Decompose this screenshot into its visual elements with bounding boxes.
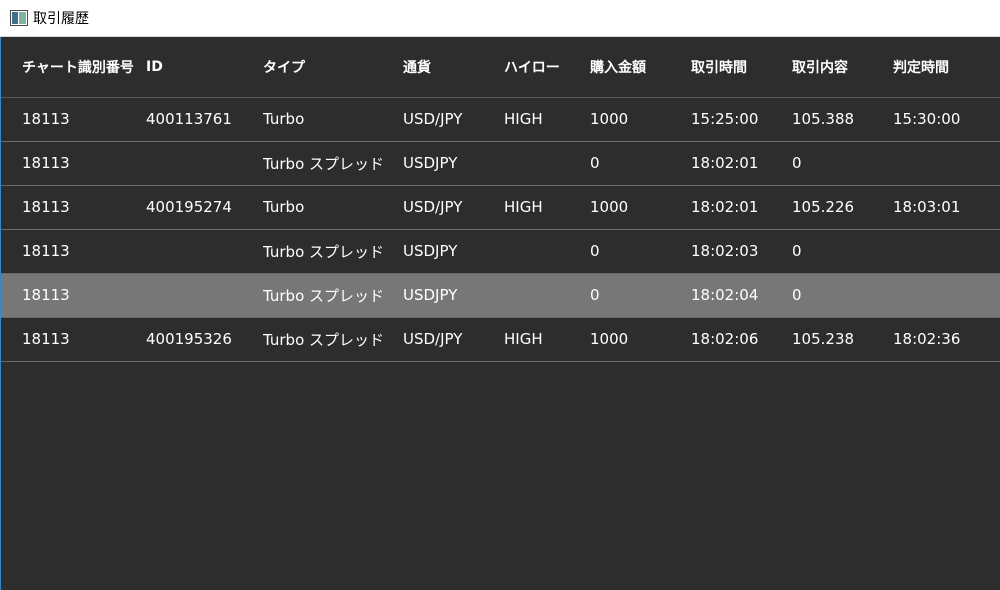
- cell-trade-content: 105.238: [792, 317, 893, 362]
- cell-trade-content: 105.388: [792, 97, 893, 142]
- cell-high-low: HIGH: [504, 317, 590, 362]
- table-row[interactable]: 18113 400195274 Turbo USD/JPY HIGH 1000 …: [1, 185, 1000, 230]
- cell-purchase-amount: 0: [590, 229, 691, 274]
- table-row-selected[interactable]: 18113 Turbo スプレッド USDJPY 0 18:02:04 0: [1, 273, 1000, 318]
- table-row[interactable]: 18113 Turbo スプレッド USDJPY 0 18:02:01 0: [1, 141, 1000, 186]
- cell-currency: USD/JPY: [403, 97, 504, 142]
- cell-judgment-time: 18:02:36: [893, 317, 1000, 362]
- cell-id: [146, 229, 263, 274]
- cell-currency: USDJPY: [403, 141, 504, 186]
- cell-id: 400195326: [146, 317, 263, 362]
- cell-high-low: [504, 229, 590, 274]
- cell-trade-time: 18:02:03: [691, 229, 792, 274]
- cell-type: Turbo スプレッド: [263, 229, 403, 274]
- cell-type: Turbo スプレッド: [263, 273, 403, 318]
- column-header-id[interactable]: ID: [146, 37, 263, 98]
- cell-trade-time: 15:25:00: [691, 97, 792, 142]
- cell-type: Turbo: [263, 97, 403, 142]
- cell-currency: USDJPY: [403, 273, 504, 318]
- cell-currency: USD/JPY: [403, 317, 504, 362]
- title-bar: 取引履歴: [0, 0, 1000, 37]
- cell-chart-id: 18113: [1, 97, 146, 142]
- cell-id: [146, 273, 263, 318]
- cell-high-low: HIGH: [504, 97, 590, 142]
- table-row[interactable]: 18113 400195326 Turbo スプレッド USD/JPY HIGH…: [1, 317, 1000, 362]
- column-header-chart-id[interactable]: チャート識別番号: [1, 37, 146, 98]
- cell-chart-id: 18113: [1, 273, 146, 318]
- column-header-judgment-time[interactable]: 判定時間: [893, 37, 1000, 98]
- cell-id: [146, 141, 263, 186]
- cell-trade-content: 105.226: [792, 185, 893, 230]
- trade-history-table: チャート識別番号 ID タイプ 通貨 ハイロー 購入金額 取引時間 取引内容 判…: [1, 37, 1000, 362]
- cell-trade-content: 0: [792, 273, 893, 318]
- cell-high-low: [504, 273, 590, 318]
- column-header-high-low[interactable]: ハイロー: [504, 37, 590, 98]
- cell-purchase-amount: 1000: [590, 97, 691, 142]
- cell-judgment-time: 15:30:00: [893, 97, 1000, 142]
- cell-purchase-amount: 1000: [590, 185, 691, 230]
- cell-judgment-time: [893, 273, 1000, 318]
- cell-currency: USDJPY: [403, 229, 504, 274]
- cell-purchase-amount: 1000: [590, 317, 691, 362]
- column-header-currency[interactable]: 通貨: [403, 37, 504, 98]
- cell-trade-content: 0: [792, 141, 893, 186]
- column-header-trade-time[interactable]: 取引時間: [691, 37, 792, 98]
- cell-chart-id: 18113: [1, 229, 146, 274]
- cell-trade-time: 18:02:01: [691, 185, 792, 230]
- column-header-type[interactable]: タイプ: [263, 37, 403, 98]
- cell-judgment-time: 18:03:01: [893, 185, 1000, 230]
- column-header-trade-content[interactable]: 取引内容: [792, 37, 893, 98]
- cell-trade-time: 18:02:04: [691, 273, 792, 318]
- cell-type: Turbo スプレッド: [263, 141, 403, 186]
- window-app-icon: [10, 10, 28, 26]
- window-title: 取引履歴: [33, 11, 89, 27]
- cell-trade-content: 0: [792, 229, 893, 274]
- table-row[interactable]: 18113 Turbo スプレッド USDJPY 0 18:02:03 0: [1, 229, 1000, 274]
- cell-type: Turbo スプレッド: [263, 317, 403, 362]
- cell-id: 400113761: [146, 97, 263, 142]
- cell-chart-id: 18113: [1, 141, 146, 186]
- cell-high-low: HIGH: [504, 185, 590, 230]
- cell-purchase-amount: 0: [590, 273, 691, 318]
- cell-id: 400195274: [146, 185, 263, 230]
- column-header-purchase-amount[interactable]: 購入金額: [590, 37, 691, 98]
- cell-purchase-amount: 0: [590, 141, 691, 186]
- trade-history-panel: チャート識別番号 ID タイプ 通貨 ハイロー 購入金額 取引時間 取引内容 判…: [0, 37, 1000, 590]
- cell-high-low: [504, 141, 590, 186]
- cell-judgment-time: [893, 141, 1000, 186]
- cell-chart-id: 18113: [1, 185, 146, 230]
- cell-trade-time: 18:02:01: [691, 141, 792, 186]
- cell-currency: USD/JPY: [403, 185, 504, 230]
- table-header-row: チャート識別番号 ID タイプ 通貨 ハイロー 購入金額 取引時間 取引内容 判…: [1, 37, 1000, 98]
- cell-judgment-time: [893, 229, 1000, 274]
- cell-type: Turbo: [263, 185, 403, 230]
- table-row[interactable]: 18113 400113761 Turbo USD/JPY HIGH 1000 …: [1, 97, 1000, 142]
- cell-chart-id: 18113: [1, 317, 146, 362]
- cell-trade-time: 18:02:06: [691, 317, 792, 362]
